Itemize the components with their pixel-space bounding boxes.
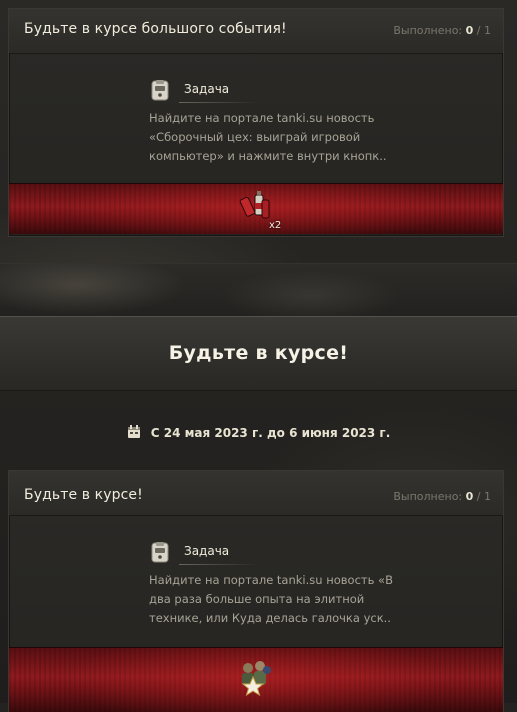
mission-progress: Выполнено: 0 / 1 [393,24,491,37]
mission-progress: Выполнено: 0 / 1 [393,490,491,503]
event-dates: С 24 мая 2023 г. до 6 июня 2023 г. [0,425,517,440]
event-date-range: С 24 мая 2023 г. до 6 июня 2023 г. [150,426,391,440]
reward-band [9,647,503,712]
task-clipboard-icon [151,542,169,563]
task-label: Задача [184,82,230,96]
mission-card-header: Будьте в курсе! Выполнено: 0 / 1 [9,471,503,516]
event-banner: Будьте в курсе! [0,316,517,391]
reward-count: x2 [269,220,282,231]
decorative-strip [0,263,517,317]
task-description: Найдите на портале tanki.su новость «В д… [149,573,393,625]
task-description: Найдите на портале tanki.su новость «Сбо… [149,111,387,163]
task-divider [179,102,259,103]
mission-title: Будьте в курсе большого события! [24,21,287,37]
task-divider [179,564,259,565]
mission-card-2[interactable]: Будьте в курсе! Выполнено: 0 / 1 Задача … [8,470,504,712]
reward-band: x2 [9,183,503,234]
event-title: Будьте в курсе! [168,342,349,364]
task-clipboard-icon [151,80,169,101]
task-label: Задача [184,544,230,558]
mission-card-1[interactable]: Будьте в курсе большого события! Выполне… [8,8,504,237]
mission-title: Будьте в курсе! [24,487,143,503]
calendar-icon [127,425,140,438]
mission-card-header: Будьте в курсе большого события! Выполне… [9,9,503,54]
crew-star-icon[interactable] [233,652,279,698]
